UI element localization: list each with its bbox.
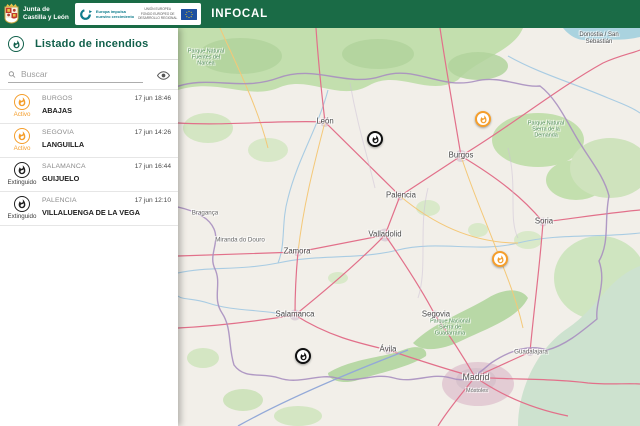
active-fire-icon [14,128,30,144]
search-row [0,60,178,89]
fire-list-item-guijuelo[interactable]: Extinguido SALAMANCA GUIJUELO 17 jun 16:… [0,158,178,192]
fire-datetime: 17 jun 14:26 [135,129,171,136]
fire-list: Activo BURGOS ABAJAS 17 jun 18:46 Activo… [0,89,178,226]
sidebar-title: Listado de incendios [35,38,148,50]
fire-list-item-languilla[interactable]: Activo SEGOVIA LANGUILLA 17 jun 14:26 [0,124,178,158]
locality-label: GUIJUELO [42,174,172,183]
locality-label: LANGUILLA [42,140,172,149]
fire-list-item-villaluenga[interactable]: Extinguido PALENCIA VILLALUENGA DE LA VE… [0,192,178,226]
fire-list-sidebar: Listado de incendios [0,28,178,426]
eye-icon [157,71,170,80]
fire-status-column: Extinguido [4,196,40,220]
flame-icon [371,135,380,144]
fire-datetime: 17 jun 12:10 [135,197,171,204]
fire-status-column: Activo [4,128,40,152]
flame-icon [479,115,488,124]
junta-castilla-leon-logo: Junta de Castilla y León [3,3,69,25]
visibility-toggle-button[interactable] [157,71,170,80]
map-marker-languilla-active[interactable] [492,251,508,267]
extinguished-fire-icon [14,196,30,212]
fire-status-column: Activo [4,94,40,118]
status-badge: Activo [14,111,31,118]
fire-datetime: 17 jun 18:46 [135,95,171,102]
status-badge: Extinguido [8,213,37,220]
active-fire-icon [14,94,30,110]
search-icon [8,70,16,79]
flame-icon [496,255,505,264]
flame-icon [299,352,308,361]
eu-tagline-text: Europa impulsa nuestro crecimiento [96,9,134,19]
europa-impulsa-icon [79,8,92,21]
fire-icon [8,36,24,52]
eu-flag-icon [181,9,197,20]
search-input[interactable] [19,68,143,80]
fire-list-item-abajas[interactable]: Activo BURGOS ABAJAS 17 jun 18:46 [0,90,178,124]
sidebar-header: Listado de incendios [0,28,178,60]
locality-label: VILLALUENGA DE LA VEGA [42,208,172,217]
map-marker-villaluenga-extinguished[interactable] [367,131,383,147]
eu-org-text: UNIÓN EUROPEA FONDO EUROPEO DE DESARROLL… [138,7,177,20]
map-marker-guijuelo-extinguished[interactable] [295,348,311,364]
junta-shield-icon [3,3,20,25]
status-badge: Extinguido [8,179,37,186]
map-marker-abajas-active[interactable] [475,111,491,127]
eu-funding-logo: Europa impulsa nuestro crecimiento UNIÓN… [75,3,201,25]
infocal-app: Junta de Castilla y León Europa impulsa … [0,0,640,426]
page-title: INFOCAL [211,8,268,20]
map-canvas[interactable]: León Burgos Palencia Valladolid Zamora S… [178,28,640,426]
search-box [8,68,143,83]
status-badge: Activo [14,145,31,152]
fire-datetime: 17 jun 16:44 [135,163,171,170]
basemap [178,28,640,426]
top-header-bar: Junta de Castilla y León Europa impulsa … [0,0,640,28]
fire-status-column: Extinguido [4,162,40,186]
locality-label: ABAJAS [42,106,172,115]
extinguished-fire-icon [14,162,30,178]
junta-logo-text: Junta de Castilla y León [23,6,69,22]
